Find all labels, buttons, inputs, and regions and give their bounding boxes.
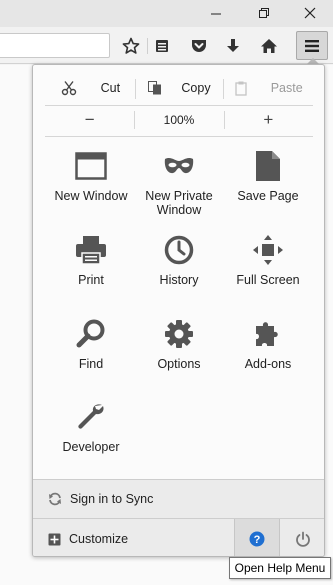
print-label: Print	[78, 273, 104, 287]
restore-icon	[259, 7, 269, 18]
zoom-out-label: −	[84, 110, 95, 129]
full-screen-label: Full Screen	[236, 273, 300, 287]
zoom-in-label: +	[263, 110, 274, 129]
bookmarks-list-icon	[156, 40, 168, 52]
save-page-label: Save Page	[237, 189, 299, 203]
toolbar-separator	[147, 38, 148, 54]
cut-label: Cut	[100, 81, 121, 95]
minimize-button[interactable]	[194, 0, 238, 25]
home-button[interactable]	[256, 33, 282, 59]
help-tooltip: Open Help Menu	[229, 557, 331, 579]
gear-icon	[162, 317, 196, 351]
bookmarks-menu-button[interactable]	[149, 33, 175, 59]
hamburger-icon	[305, 39, 319, 52]
close-icon	[304, 7, 316, 18]
svg-text:?: ?	[254, 534, 261, 546]
quit-button[interactable]	[280, 519, 324, 556]
paste-icon	[235, 81, 247, 96]
url-bar[interactable]	[0, 33, 110, 58]
pocket-icon	[192, 40, 206, 52]
panel-arrow-fill	[307, 64, 319, 65]
find-button[interactable]: Find	[46, 311, 136, 389]
open-menu-button[interactable]	[296, 31, 328, 60]
star-icon	[122, 37, 140, 54]
new-private-window-label: New Private Window	[145, 189, 213, 217]
zoom-level: 100%	[163, 113, 195, 127]
navigation-toolbar	[0, 27, 333, 64]
restore-button[interactable]	[242, 0, 286, 25]
close-window-button[interactable]	[288, 0, 332, 25]
new-window-button[interactable]: New Window	[46, 143, 136, 221]
help-button[interactable]: ?	[234, 519, 280, 556]
sync-icon	[49, 492, 61, 506]
options-label: Options	[157, 357, 201, 371]
cut-button[interactable]: Cut	[46, 76, 135, 100]
paste-button[interactable]: Paste	[223, 76, 312, 100]
copy-icon	[148, 81, 162, 95]
panel-footer: Customize ?	[33, 518, 324, 556]
customize-label: Customize	[69, 532, 129, 546]
save-page-button[interactable]: Save Page	[223, 143, 313, 221]
sign-in-to-sync-label: Sign in to Sync	[70, 492, 154, 506]
magnifier-icon	[74, 317, 108, 351]
bookmark-star-button[interactable]	[118, 33, 144, 59]
new-window-label: New Window	[54, 189, 128, 203]
window-icon	[74, 149, 108, 183]
mask-icon	[162, 149, 196, 183]
help-icon: ?	[249, 531, 265, 547]
copy-label: Copy	[181, 81, 211, 95]
copy-button[interactable]: Copy	[134, 76, 224, 100]
puzzle-icon	[251, 317, 285, 351]
developer-label: Developer	[62, 440, 120, 454]
edit-controls: Cut Copy Paste	[45, 75, 313, 101]
zoom-controls: − 100% +	[45, 108, 313, 132]
add-ons-button[interactable]: Add-ons	[223, 311, 313, 389]
page-icon	[251, 149, 285, 183]
sign-in-to-sync-button[interactable]: Sign in to Sync	[33, 479, 324, 518]
zoom-divider	[45, 136, 313, 137]
fullscreen-icon	[251, 233, 285, 267]
options-button[interactable]: Options	[134, 311, 224, 389]
wrench-icon	[74, 400, 108, 434]
edit-divider	[45, 105, 313, 106]
minimize-icon	[211, 13, 221, 14]
find-label: Find	[78, 357, 104, 371]
history-button[interactable]: History	[134, 227, 224, 305]
new-private-window-button[interactable]: New Private Window	[134, 143, 224, 221]
print-button[interactable]: Print	[46, 227, 136, 305]
home-icon	[261, 39, 277, 53]
add-ons-label: Add-ons	[244, 357, 292, 371]
clock-icon	[162, 233, 196, 267]
window-titlebar	[0, 0, 333, 27]
download-arrow-icon	[227, 39, 239, 52]
plus-box-icon	[48, 533, 61, 545]
scissors-icon	[61, 81, 76, 96]
zoom-reset-button[interactable]: 100%	[134, 108, 223, 132]
printer-icon	[74, 233, 108, 267]
zoom-out-button[interactable]: −	[45, 108, 134, 132]
zoom-in-button[interactable]: +	[223, 108, 313, 132]
paste-label: Paste	[270, 81, 303, 95]
full-screen-button[interactable]: Full Screen	[223, 227, 313, 305]
main-menu-panel: Cut Copy Paste − 100% + New Window New P…	[32, 64, 325, 557]
pocket-button[interactable]	[186, 33, 212, 59]
history-label: History	[159, 273, 199, 287]
customize-button[interactable]: Customize	[33, 519, 234, 556]
developer-button[interactable]: Developer	[46, 394, 136, 472]
downloads-button[interactable]	[220, 33, 246, 59]
power-icon	[296, 531, 310, 547]
